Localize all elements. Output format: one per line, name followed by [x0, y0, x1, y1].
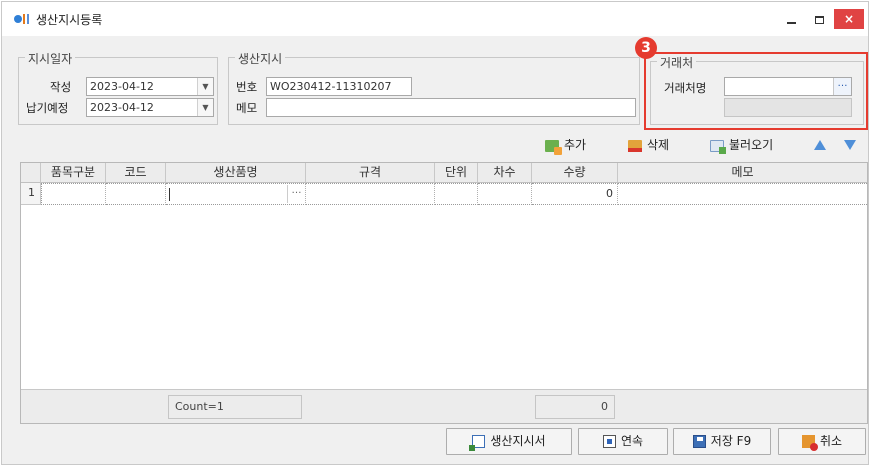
order-date-group-title: 지시일자 — [25, 50, 76, 67]
add-label: 추가 — [564, 138, 587, 152]
created-date-label: 작성 — [50, 80, 72, 94]
text-cursor — [169, 188, 170, 201]
order-sheet-label: 생산지시서 — [490, 434, 546, 448]
due-date-field[interactable]: 2023-04-12 ▼ — [86, 98, 214, 117]
arrow-up-icon[interactable] — [814, 140, 826, 150]
column-header-order-no[interactable]: 차수 — [478, 163, 532, 183]
minimize-icon — [786, 21, 796, 24]
grid-footer: Count=1 0 — [21, 389, 867, 423]
cell-quantity[interactable]: 0 — [532, 183, 618, 205]
created-date-value: 2023-04-12 — [90, 80, 154, 93]
step-badge: 3 — [635, 37, 657, 59]
ellipsis-icon[interactable]: … — [833, 78, 851, 95]
due-date-label: 납기예정 — [26, 101, 69, 115]
order-number-field[interactable]: WO230412-11310207 — [266, 77, 412, 96]
production-order-window: 생산지시등록 × 지시일자 작성 2023-04-12 ▼ 납기예정 2023-… — [1, 1, 869, 465]
app-icon — [14, 13, 30, 25]
close-button[interactable]: × — [834, 9, 864, 29]
production-order-group-title: 생산지시 — [235, 50, 286, 67]
load-label: 불러오기 — [729, 138, 774, 152]
quantity-total: 0 — [535, 395, 615, 419]
add-button[interactable]: 추가 — [545, 133, 586, 157]
maximize-button[interactable] — [804, 9, 834, 29]
client-code-field — [724, 98, 852, 117]
title-bar: 생산지시등록 × — [2, 2, 868, 36]
memo-field[interactable] — [266, 98, 636, 117]
add-icon — [545, 139, 562, 155]
column-header-product-name[interactable]: 생산품명 — [166, 163, 306, 183]
save-icon — [692, 435, 706, 448]
column-header-category[interactable]: 품목구분 — [41, 163, 106, 183]
memo-label: 메모 — [236, 101, 258, 115]
ellipsis-icon[interactable]: … — [287, 185, 305, 203]
cell-product-name[interactable]: … — [166, 183, 306, 205]
cell-category[interactable] — [41, 183, 106, 205]
maximize-icon — [814, 15, 824, 24]
arrow-down-icon[interactable] — [844, 140, 856, 150]
cancel-button[interactable]: 취소 — [778, 428, 866, 455]
save-button[interactable]: 저장 F9 — [673, 428, 771, 455]
document-icon — [469, 435, 486, 451]
delete-label: 삭제 — [647, 138, 670, 152]
grid-corner — [21, 163, 41, 183]
client-name-field[interactable]: … — [724, 77, 852, 96]
row-number: 1 — [21, 183, 41, 205]
cell-spec[interactable] — [306, 183, 435, 205]
column-header-spec[interactable]: 규격 — [306, 163, 435, 183]
row-count: Count=1 — [168, 395, 302, 419]
cell-code[interactable] — [106, 183, 166, 205]
due-date-value: 2023-04-12 — [90, 101, 154, 114]
continue-icon — [602, 435, 616, 448]
cancel-label: 취소 — [819, 434, 843, 448]
load-button[interactable]: 불러오기 — [710, 133, 773, 157]
order-number-label: 번호 — [236, 80, 258, 94]
cancel-icon — [801, 435, 818, 451]
cell-order-no[interactable] — [478, 183, 532, 205]
order-number-value: WO230412-11310207 — [270, 80, 392, 93]
column-header-memo[interactable]: 메모 — [618, 163, 867, 183]
item-grid: 품목구분 코드 생산품명 규격 단위 차수 수량 메모 1 … 0 Count=… — [20, 162, 868, 424]
load-icon — [710, 139, 726, 154]
save-label: 저장 F9 — [710, 434, 752, 448]
order-sheet-button[interactable]: 생산지시서 — [446, 428, 572, 455]
continuous-button[interactable]: 연속 — [578, 428, 668, 455]
continuous-label: 연속 — [620, 434, 644, 448]
minimize-button[interactable] — [776, 9, 806, 29]
chevron-down-icon[interactable]: ▼ — [197, 99, 213, 116]
column-header-code[interactable]: 코드 — [106, 163, 166, 183]
window-title: 생산지시등록 — [36, 13, 103, 27]
client-name-label: 거래처명 — [664, 81, 707, 95]
created-date-field[interactable]: 2023-04-12 ▼ — [86, 77, 214, 96]
delete-button[interactable]: 삭제 — [628, 133, 669, 157]
column-header-unit[interactable]: 단위 — [435, 163, 478, 183]
cell-memo[interactable] — [618, 183, 867, 205]
delete-icon — [628, 139, 642, 152]
chevron-down-icon[interactable]: ▼ — [197, 78, 213, 95]
cell-unit[interactable] — [435, 183, 478, 205]
column-header-quantity[interactable]: 수량 — [532, 163, 618, 183]
